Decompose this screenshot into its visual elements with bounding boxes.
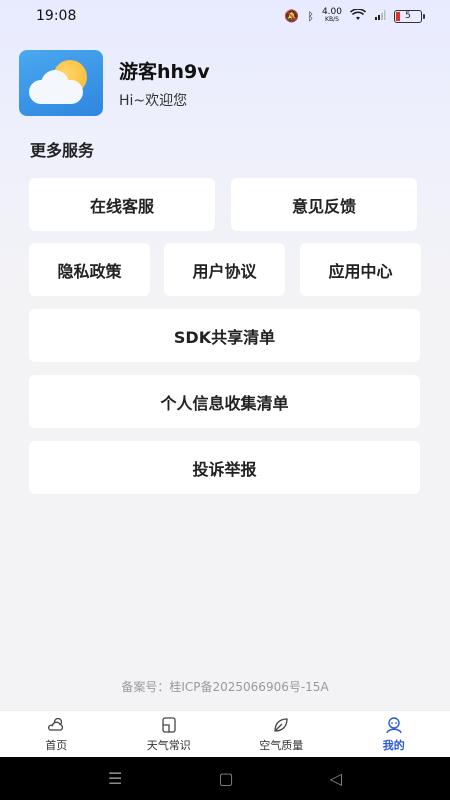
book-icon bbox=[162, 717, 176, 733]
status-icons: 🔕 ᛒ 4.00 KB/S 5 bbox=[284, 7, 425, 24]
status-bar: 19:08 🔕 ᛒ 4.00 KB/S 5 bbox=[0, 0, 450, 32]
home-square-icon[interactable]: ▢ bbox=[218, 769, 233, 788]
battery-level: 5 bbox=[405, 11, 411, 21]
avatar[interactable] bbox=[19, 50, 103, 116]
personal-info-list-button[interactable]: 个人信息收集清单 bbox=[29, 375, 420, 428]
menu-icon[interactable]: ☰ bbox=[108, 769, 122, 788]
sdk-list-button[interactable]: SDK共享清单 bbox=[29, 309, 420, 362]
personal-info-list-label: 个人信息收集清单 bbox=[160, 393, 289, 413]
leaf-icon bbox=[274, 718, 288, 732]
signal-icon bbox=[374, 9, 386, 24]
net-speed: 4.00 KB/S bbox=[322, 8, 342, 24]
online-service-button[interactable]: 在线客服 bbox=[29, 178, 215, 231]
tab-mine[interactable]: 我的 bbox=[338, 711, 450, 757]
tab-air-quality[interactable]: 空气质量 bbox=[225, 711, 338, 757]
weather-home-icon bbox=[48, 717, 64, 731]
net-speed-value: 4.00 bbox=[321, 7, 342, 17]
cloud-icon bbox=[29, 80, 83, 104]
battery-icon: 5 bbox=[394, 9, 425, 23]
app-center-label: 应用中心 bbox=[328, 261, 393, 281]
tab-weather-knowledge-label: 天气常识 bbox=[146, 739, 191, 752]
icp-record: 备案号：桂ICP备2025066906号-15A bbox=[121, 680, 329, 694]
welcome-text: Hi~欢迎您 bbox=[119, 92, 188, 109]
user-icon bbox=[386, 717, 402, 734]
profile-header: 游客hh9v Hi~欢迎您 bbox=[19, 50, 210, 116]
online-service-label: 在线客服 bbox=[89, 196, 154, 216]
user-agreement-label: 用户协议 bbox=[192, 261, 257, 281]
tab-weather-knowledge[interactable]: 天气常识 bbox=[113, 711, 226, 757]
privacy-policy-button[interactable]: 隐私政策 bbox=[29, 243, 150, 296]
tab-air-quality-label: 空气质量 bbox=[259, 739, 304, 752]
tab-mine-label: 我的 bbox=[382, 739, 405, 752]
tab-home[interactable]: 首页 bbox=[0, 711, 113, 757]
bluetooth-icon: ᛒ bbox=[307, 9, 314, 23]
privacy-policy-label: 隐私政策 bbox=[57, 261, 122, 281]
complaint-label: 投诉举报 bbox=[192, 459, 257, 479]
status-time: 19:08 bbox=[36, 8, 77, 24]
user-agreement-button[interactable]: 用户协议 bbox=[164, 243, 285, 296]
back-icon[interactable]: ◁ bbox=[330, 769, 342, 788]
net-speed-unit: KB/S bbox=[325, 16, 339, 23]
bottom-tab-bar: 首页 天气常识 空气质量 我的 bbox=[0, 710, 450, 757]
mute-icon: 🔕 bbox=[284, 9, 300, 23]
feedback-button[interactable]: 意见反馈 bbox=[231, 178, 417, 231]
tab-home-label: 首页 bbox=[45, 739, 68, 752]
wifi-icon bbox=[349, 7, 367, 24]
feedback-label: 意见反馈 bbox=[291, 196, 356, 216]
user-name: 游客hh9v bbox=[119, 60, 210, 83]
complaint-button[interactable]: 投诉举报 bbox=[29, 441, 420, 494]
section-title: 更多服务 bbox=[30, 141, 95, 160]
system-nav-bar: ☰ ▢ ◁ bbox=[0, 757, 450, 800]
sdk-list-label: SDK共享清单 bbox=[173, 327, 276, 347]
app-center-button[interactable]: 应用中心 bbox=[300, 243, 421, 296]
